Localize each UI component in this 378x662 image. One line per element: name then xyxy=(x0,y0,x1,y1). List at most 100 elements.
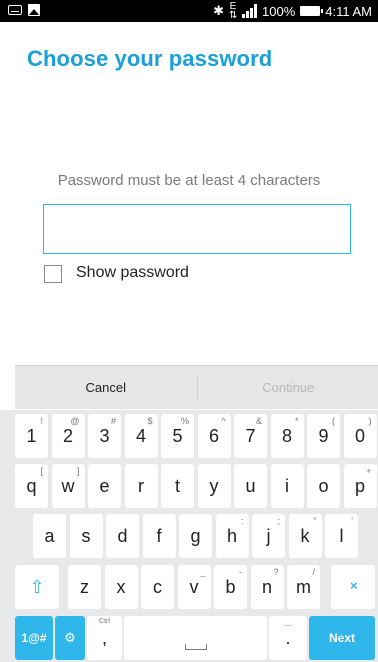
key-e[interactable]: e xyxy=(88,464,121,508)
key-label: 1 xyxy=(26,425,37,446)
key-m[interactable]: / m xyxy=(287,565,320,609)
key-secondary-label: % xyxy=(180,416,189,426)
key-secondary-label: & xyxy=(255,416,262,426)
keyboard-row-numbers: ! 1 @2 #3 $4% 5 ^ 6 & 7 * 8(9) 0 xyxy=(0,414,378,458)
key-1[interactable]: ! 1 xyxy=(15,414,48,458)
key-label: h xyxy=(226,525,237,546)
key-b[interactable]: -b xyxy=(214,565,247,609)
key-secondary-label: ' xyxy=(351,516,353,526)
period-secondary: … xyxy=(283,618,293,628)
key-label: k xyxy=(300,525,310,546)
next-key[interactable]: Next xyxy=(309,616,375,660)
key-secondary-label: ; xyxy=(277,516,280,526)
shift-key[interactable]: ⇧ xyxy=(15,565,59,609)
key-9[interactable]: (9 xyxy=(307,414,340,458)
key-h[interactable]: :h xyxy=(215,514,249,558)
key-7[interactable]: & 7 xyxy=(234,414,267,458)
key-y[interactable]: y xyxy=(197,464,231,508)
key-d[interactable]: d xyxy=(106,514,139,558)
key-label: 9 xyxy=(318,425,329,446)
key-label: 0 xyxy=(354,425,365,446)
key-label: d xyxy=(117,525,128,546)
key-4[interactable]: $4 xyxy=(124,414,158,458)
show-password-checkbox[interactable] xyxy=(44,265,62,283)
key-6[interactable]: ^ 6 xyxy=(197,414,231,458)
key-2[interactable]: @2 xyxy=(51,414,85,458)
key-p[interactable]: + p xyxy=(343,464,377,508)
key-u[interactable]: u xyxy=(234,464,267,508)
symbols-key[interactable]: 1@# xyxy=(15,616,53,660)
key-f[interactable]: f xyxy=(142,514,176,558)
key-j[interactable]: ; j xyxy=(252,514,285,558)
key-secondary-label: / xyxy=(312,567,315,577)
period-label: . xyxy=(285,627,291,648)
key-o[interactable]: o xyxy=(307,464,340,508)
key-t[interactable]: t xyxy=(161,464,194,508)
key-q[interactable]: [q xyxy=(15,464,48,508)
key-label: x xyxy=(116,576,126,597)
key-8[interactable]: * 8 xyxy=(270,414,304,458)
key-label: 7 xyxy=(245,425,256,446)
key-i[interactable]: i xyxy=(270,464,304,508)
key-label: j xyxy=(266,525,271,546)
backspace-key[interactable] xyxy=(331,565,375,609)
key-label: l xyxy=(339,525,344,546)
key-s[interactable]: s xyxy=(69,514,103,558)
image-notification-icon xyxy=(28,4,40,16)
key-l[interactable]: ' l xyxy=(325,514,358,558)
cancel-button[interactable]: Cancel xyxy=(15,366,197,409)
show-password-label[interactable]: Show password xyxy=(76,264,189,282)
key-secondary-label: - xyxy=(239,567,242,577)
key-secondary-label: _ xyxy=(200,567,206,577)
key-secondary-label: $ xyxy=(147,416,153,426)
key-label: r xyxy=(138,475,144,496)
key-r[interactable]: r xyxy=(124,464,158,508)
key-x[interactable]: x xyxy=(104,565,138,609)
key-z[interactable]: z xyxy=(68,565,101,609)
key-label: y xyxy=(209,475,219,496)
key-n[interactable]: ? n xyxy=(250,565,284,609)
key-secondary-label: [ xyxy=(40,466,43,476)
battery-percent: 100% xyxy=(262,3,296,19)
key-label: u xyxy=(245,475,256,496)
keyboard-row-bottom: 1@# ⚙ Ctrl , … . Next xyxy=(0,616,378,660)
key-label: 5 xyxy=(172,425,183,446)
key-3[interactable]: #3 xyxy=(88,414,121,458)
comma-label: , xyxy=(101,627,107,648)
continue-button[interactable]: Continue xyxy=(198,366,378,409)
bluetooth-icon: ✱ xyxy=(213,3,225,18)
gear-icon: ⚙ xyxy=(64,630,76,645)
key-label: c xyxy=(153,576,162,597)
key-label: p xyxy=(354,475,365,496)
key-0[interactable]: ) 0 xyxy=(343,414,377,458)
key-secondary-label: ( xyxy=(332,416,335,426)
keyboard-row-qwerty: [q] w e r t y u i o + p xyxy=(0,464,378,508)
space-icon xyxy=(184,644,207,650)
period-key[interactable]: … . xyxy=(269,616,307,660)
key-w[interactable]: ] w xyxy=(51,464,85,508)
key-c[interactable]: c xyxy=(141,565,174,609)
key-secondary-label: ? xyxy=(273,567,279,577)
key-secondary-label: + xyxy=(366,466,372,476)
key-label: 8 xyxy=(281,425,292,446)
network-type-label: E xyxy=(229,1,237,12)
key-k[interactable]: " k xyxy=(288,514,322,558)
backspace-icon xyxy=(343,580,363,594)
space-key[interactable] xyxy=(124,616,267,660)
key-label: q xyxy=(26,475,37,496)
status-left xyxy=(8,4,40,16)
key-5[interactable]: % 5 xyxy=(161,414,194,458)
key-secondary-label: @ xyxy=(70,416,80,426)
key-v[interactable]: _ v xyxy=(177,565,211,609)
key-a[interactable]: a xyxy=(33,514,66,558)
settings-key[interactable]: ⚙ xyxy=(55,616,85,660)
key-secondary-label: " xyxy=(313,516,317,526)
key-secondary-label: # xyxy=(110,416,116,426)
password-input[interactable] xyxy=(43,204,351,254)
key-label: z xyxy=(80,576,89,597)
key-secondary-label: ] xyxy=(76,466,80,476)
key-g[interactable]: g xyxy=(179,514,212,558)
key-label: t xyxy=(174,475,180,496)
comma-key[interactable]: Ctrl , xyxy=(87,616,122,660)
key-label: o xyxy=(318,475,329,496)
